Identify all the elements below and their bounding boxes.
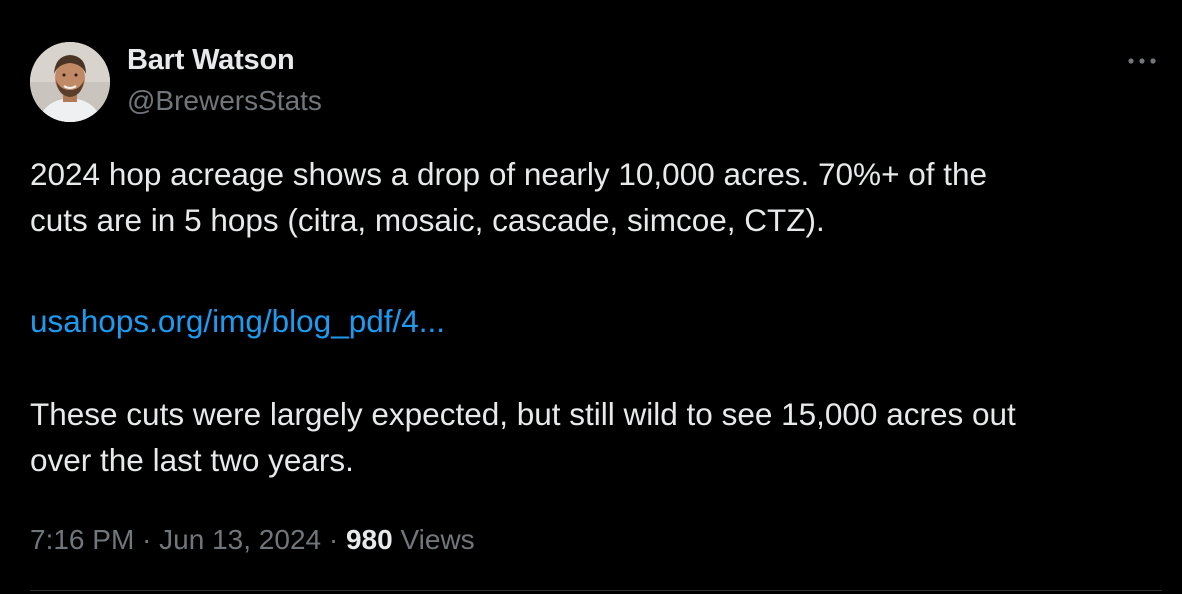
tweet-text-line: cuts are in 5 hops (citra, mosaic, casca… bbox=[30, 202, 825, 238]
tweet-text-paragraph-1: 2024 hop acreage shows a drop of nearly … bbox=[30, 151, 987, 243]
avatar-image bbox=[30, 42, 110, 122]
tweet-date[interactable]: Jun 13, 2024 bbox=[159, 524, 321, 555]
author-handle[interactable]: @BrewersStats bbox=[127, 85, 322, 117]
divider bbox=[30, 590, 1162, 591]
tweet-meta: 7:16 PM · Jun 13, 2024 · 980 Views bbox=[30, 520, 475, 560]
avatar[interactable] bbox=[30, 42, 110, 122]
author-name[interactable]: Bart Watson bbox=[127, 44, 295, 77]
tweet-time[interactable]: 7:16 PM bbox=[30, 524, 134, 555]
views-label: Views bbox=[392, 524, 475, 555]
tweet-text-line: These cuts were largely expected, but st… bbox=[30, 396, 1016, 432]
tweet-text-paragraph-2: These cuts were largely expected, but st… bbox=[30, 391, 1016, 483]
tweet-text-line: over the last two years. bbox=[30, 442, 354, 478]
meta-separator: · bbox=[134, 524, 160, 555]
more-options-button[interactable] bbox=[1122, 46, 1162, 76]
tweet-text-line: 2024 hop acreage shows a drop of nearly … bbox=[30, 156, 988, 192]
tweet: Bart Watson @BrewersStats 2024 hop acrea… bbox=[0, 0, 1182, 594]
views-count[interactable]: 980 bbox=[346, 524, 393, 555]
more-horizontal-icon bbox=[1128, 58, 1156, 64]
tweet-link[interactable]: usahops.org/img/blog_pdf/4... bbox=[30, 298, 445, 344]
meta-separator: · bbox=[321, 524, 346, 555]
